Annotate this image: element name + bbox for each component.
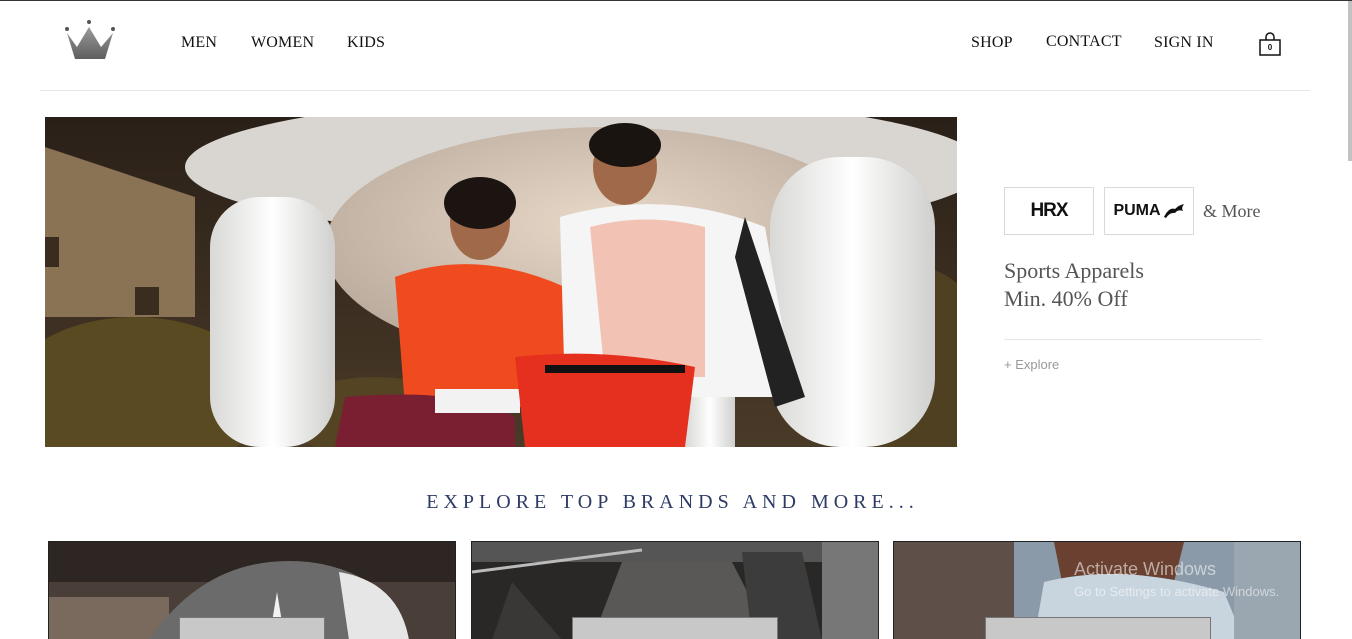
section-heading: EXPLORE TOP BRANDS AND MORE...	[426, 491, 919, 513]
brand-card-1-label	[179, 617, 325, 639]
promo-divider	[1004, 339, 1262, 340]
brand-card-2-label	[572, 617, 778, 639]
brand-puma-label: PUMA	[1113, 202, 1161, 219]
activate-windows-title: Activate Windows	[1074, 559, 1217, 579]
nav-kids-link[interactable]: KIDS	[347, 34, 385, 52]
brand-more-label: & More	[1203, 201, 1261, 221]
nav-women-link[interactable]: WOMEN	[251, 34, 314, 52]
nav-signin-link[interactable]: SIGN IN	[1154, 34, 1214, 52]
nav-shop-link[interactable]: SHOP	[971, 34, 1013, 52]
activate-windows-subtitle: Go to Settings to activate Windows.	[1074, 584, 1280, 599]
promo-discount: Min. 40% Off	[1004, 286, 1128, 311]
header-divider	[40, 90, 1310, 91]
brand-card-3-label	[985, 617, 1211, 639]
hero-banner-image[interactable]	[45, 117, 957, 447]
brand-logo-puma[interactable]: PUMA	[1104, 187, 1194, 235]
puma-cat-icon	[1163, 204, 1184, 218]
scrollbar-thumb[interactable]	[1348, 1, 1352, 161]
brand-card-1[interactable]	[48, 541, 456, 639]
promo-explore-link[interactable]: + Explore	[1004, 357, 1059, 372]
promo-title: Sports Apparels	[1004, 258, 1144, 283]
nav-contact-link[interactable]: CONTACT	[1046, 33, 1122, 51]
brand-logo-hrx[interactable]: HRX	[1004, 187, 1094, 235]
cart-count-badge: 0	[1267, 43, 1273, 52]
nav-men-link[interactable]: MEN	[181, 34, 217, 52]
crown-logo-icon[interactable]	[63, 19, 117, 63]
brand-card-2[interactable]	[471, 541, 879, 639]
